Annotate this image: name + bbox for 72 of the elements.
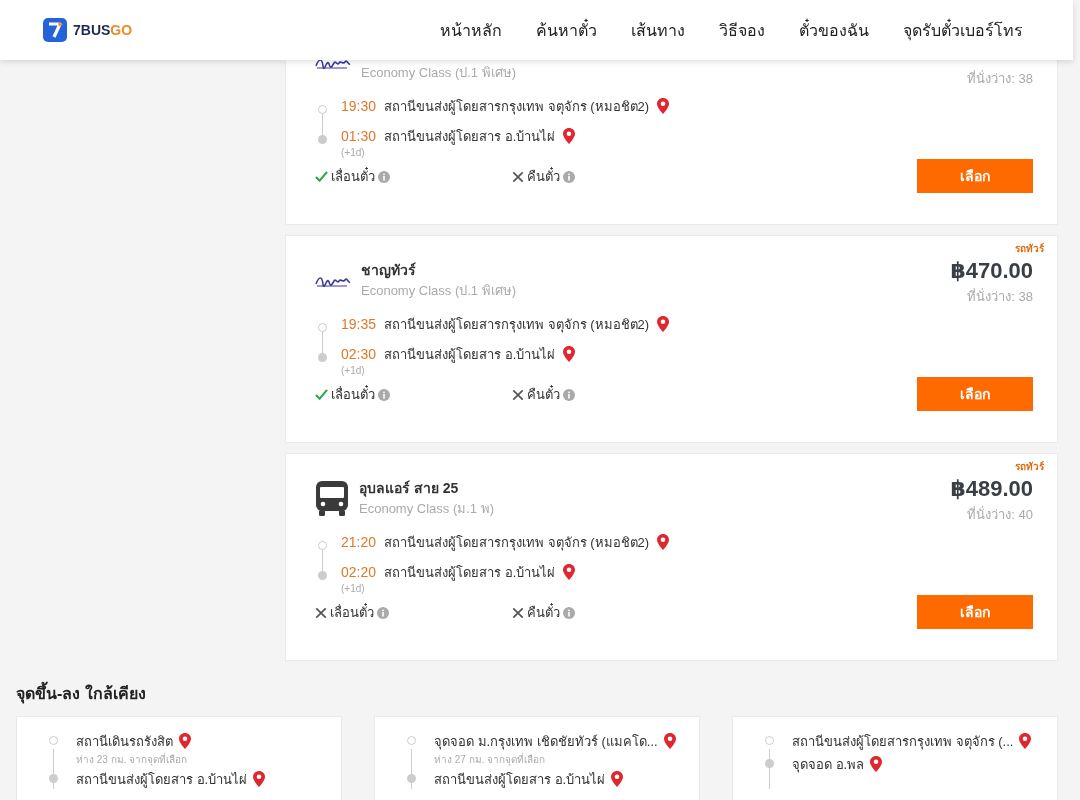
map-pin-icon <box>657 315 670 333</box>
policy-label: คืนตั๋ว <box>527 602 560 622</box>
nav-link[interactable]: หน้าหลัก <box>440 17 502 43</box>
stop-name: สถานีเดินรถรังสิต <box>76 733 173 751</box>
map-pin-icon <box>563 127 576 145</box>
map-pin-icon <box>657 533 670 551</box>
arrival-time: 02:30 <box>341 346 377 362</box>
nav-link[interactable]: วิธีจอง <box>719 17 765 43</box>
map-pin-icon <box>611 771 624 788</box>
map-pin-icon <box>563 563 576 581</box>
stop-name: สถานีขนส่งผู้โดยสาร อ.บ้านไผ่ <box>76 771 248 790</box>
arrival-time: 02:20 <box>341 564 377 580</box>
bus-class: Economy Class (ม.1 พ) <box>359 500 495 518</box>
day-offset: (+1d) <box>341 583 366 594</box>
seats-available: ที่นั่งว่าง: 38 <box>967 69 1033 88</box>
departure-time: 19:35 <box>341 316 377 332</box>
policy-label: คืนตั๋ว <box>527 384 560 404</box>
nav-link[interactable]: ตั๋วของฉัน <box>799 17 869 43</box>
station-name: สถานีขนส่งผู้โดยสาร อ.บ้านไผ่ <box>384 563 556 583</box>
nav-link[interactable]: เส้นทาง <box>631 17 685 43</box>
stop-distance: ห่าง 27 กม. จากจุดที่เลือก <box>434 752 547 767</box>
policy-label: เลื่อนตั๋ว <box>331 166 375 186</box>
timeline-dot <box>765 736 774 745</box>
bus-class: Economy Class (ป.1 พิเศษ) <box>361 64 517 82</box>
map-pin-icon <box>253 771 266 788</box>
map-pin-icon <box>663 733 676 750</box>
bus-type-tag: รถทัวร์ <box>1015 459 1044 474</box>
info-icon[interactable] <box>377 606 389 619</box>
info-icon[interactable] <box>378 170 390 183</box>
bus-class: Economy Class (ป.1 พิเศษ) <box>361 282 517 300</box>
price: ฿489.00 <box>950 476 1033 503</box>
stop-name: สถานีขนส่งผู้โดยสารกรุงเทพ จตุจักร (... <box>792 733 1014 752</box>
info-icon[interactable] <box>563 170 575 183</box>
bus-type-tag: รถทัวร์ <box>1015 241 1044 256</box>
departure-time: 21:20 <box>341 534 377 550</box>
seats-available: ที่นั่งว่าง: 40 <box>967 505 1033 524</box>
stop-name: สถานีขนส่งผู้โดยสาร อ.บ้านไผ่ <box>434 771 606 790</box>
info-icon[interactable] <box>378 388 390 401</box>
price: ฿470.00 <box>950 258 1033 285</box>
stop-name: จุดจอด อ.พล <box>792 756 865 775</box>
timeline-dot <box>407 736 416 745</box>
stop-distance: ห่าง 23 กม. จากจุดที่เลือก <box>76 752 189 767</box>
logo-icon[interactable] <box>43 18 67 42</box>
section-title: จุดขึ้น-ลง ใกล้เคียง <box>16 681 1080 706</box>
station-name: สถานีขนส่งผู้โดยสาร อ.บ้านไผ่ <box>384 345 556 365</box>
departure-time: 19:30 <box>341 98 377 114</box>
arrival-time: 01:30 <box>341 128 377 144</box>
policy-label: เลื่อนตั๋ว <box>331 384 375 404</box>
timeline-dot <box>49 736 58 745</box>
map-pin-icon <box>1019 733 1032 750</box>
map-pin-icon <box>179 733 191 750</box>
map-pin-icon <box>657 97 670 115</box>
station-name: สถานีขนส่งผู้โดยสารกรุงเทพ จตุจักร (หมอชิต2) <box>384 97 650 117</box>
station-name: สถานีขนส่งผู้โดยสารกรุงเทพ จตุจักร (หมอชิต2) <box>384 315 650 335</box>
station-name: สถานีขนส่งผู้โดยสารกรุงเทพ จตุจักร (หมอชิต2) <box>384 533 650 553</box>
stop-name: จุดจอด ม.กรุงเทพ เชิดชัยทัวร์ (แมคโด... <box>434 733 658 752</box>
policy-label: เลื่อนตั๋ว <box>330 602 374 622</box>
company-name: ชาญทัวร์ <box>361 261 417 280</box>
bus-icon <box>315 479 349 517</box>
info-icon[interactable] <box>563 388 575 401</box>
map-pin-icon <box>563 345 576 363</box>
station-name: สถานีขนส่งผู้โดยสาร อ.บ้านไผ่ <box>384 127 556 147</box>
nav-link[interactable]: จุดรับตั๋วเบอร์โทร <box>903 17 1023 43</box>
logo-text[interactable]: 7BUSGO <box>73 22 133 38</box>
company-name: อุบลแอร์ สาย 25 <box>359 479 460 498</box>
nav-link[interactable]: ค้นหาตั๋ว <box>536 17 597 43</box>
day-offset: (+1d) <box>341 147 366 158</box>
map-pin-icon <box>870 756 883 773</box>
info-icon[interactable] <box>563 606 575 619</box>
day-offset: (+1d) <box>341 365 366 376</box>
seats-available: ที่นั่งว่าง: 38 <box>967 287 1033 306</box>
policy-label: คืนตั๋ว <box>527 166 560 186</box>
